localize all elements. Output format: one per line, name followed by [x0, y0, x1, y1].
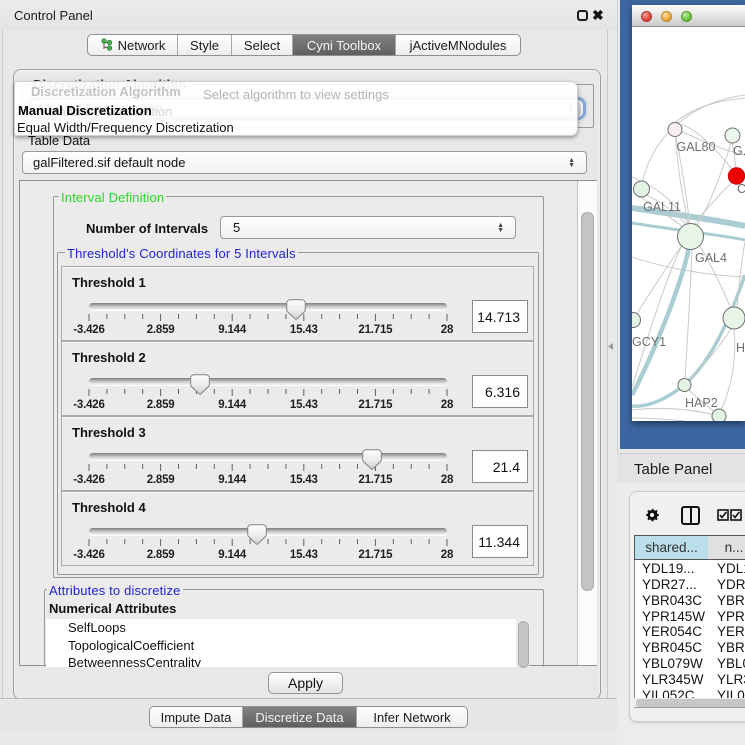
- svg-text:C: C: [737, 182, 745, 196]
- svg-text:GAL80: GAL80: [677, 140, 716, 154]
- svg-text:GAL11: GAL11: [643, 200, 681, 214]
- svg-text:GAL4: GAL4: [695, 251, 727, 265]
- svg-text:GCY1: GCY1: [632, 335, 666, 349]
- svg-text:HAP2: HAP2: [685, 396, 718, 410]
- svg-text:H: H: [736, 341, 745, 355]
- svg-text:G.: G.: [733, 144, 745, 158]
